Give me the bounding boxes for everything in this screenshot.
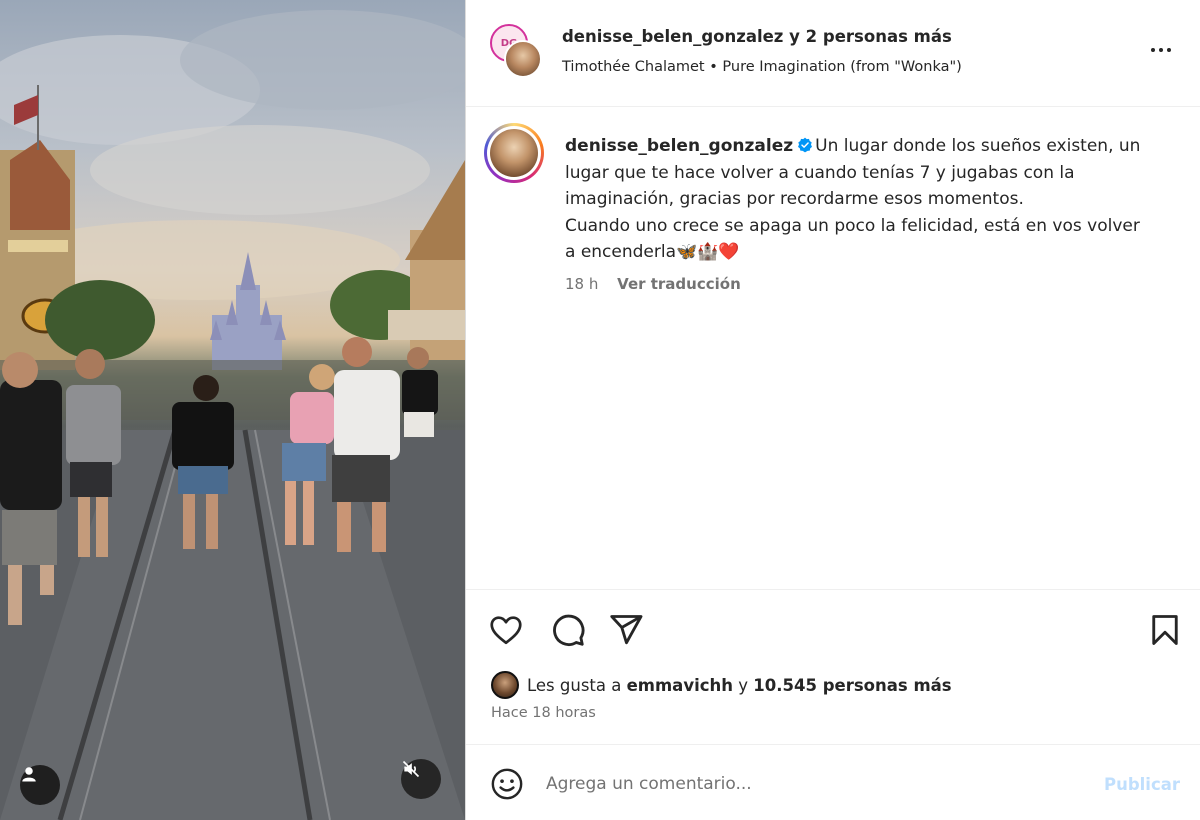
- send-icon: [610, 615, 643, 645]
- header-username[interactable]: denisse_belen_gonzalez: [562, 27, 783, 46]
- action-bar: [466, 590, 1200, 670]
- audio-song[interactable]: Pure Imagination (from "Wonka"): [722, 59, 961, 75]
- post-header: DG denisse_belen_gonzalez y 2 personas m…: [466, 0, 1200, 106]
- more-horizontal-icon: [1151, 48, 1155, 52]
- share-button[interactable]: [608, 612, 644, 648]
- audio-separator: •: [709, 59, 718, 75]
- mute-button[interactable]: [401, 759, 441, 799]
- author-avatar[interactable]: [484, 123, 544, 183]
- audio-info[interactable]: Timothée Chalamet • Pure Imagination (fr…: [562, 59, 962, 75]
- comment-icon: [553, 614, 585, 646]
- like-button[interactable]: [488, 612, 524, 648]
- caption-time[interactable]: 18 h: [565, 275, 598, 293]
- likes-connector: y: [738, 675, 749, 695]
- publish-button[interactable]: Publicar: [1104, 775, 1180, 794]
- video-frame: [0, 10, 465, 820]
- caption-section: denisse_belen_gonzalez Un lugar donde lo…: [466, 107, 1200, 589]
- save-button[interactable]: [1147, 612, 1183, 648]
- verified-badge-icon: [798, 137, 813, 153]
- heart-icon: [490, 616, 522, 645]
- collab-avatar-2: [504, 40, 542, 78]
- post-video[interactable]: [0, 0, 465, 820]
- liker-avatar[interactable]: [491, 671, 519, 699]
- post-authors[interactable]: denisse_belen_gonzalez y 2 personas más: [562, 27, 952, 46]
- collab-suffix[interactable]: y 2 personas más: [789, 27, 952, 46]
- comment-input[interactable]: [546, 765, 1066, 803]
- caption-username[interactable]: denisse_belen_gonzalez: [565, 136, 793, 156]
- collab-avatars[interactable]: DG: [490, 24, 546, 80]
- likes-prefix: Les gusta a: [527, 675, 622, 695]
- caption-meta: 18 h Ver traducción: [565, 275, 741, 293]
- speaker-muted-icon: [402, 760, 420, 778]
- more-options-button[interactable]: [1146, 38, 1176, 62]
- likes-count[interactable]: 10.545 personas más: [753, 676, 951, 695]
- audio-artist[interactable]: Timothée Chalamet: [562, 59, 705, 75]
- post-timestamp[interactable]: Hace 18 horas: [491, 705, 596, 721]
- likes-summary: Les gusta a emmavichh y 10.545 personas …: [491, 671, 952, 699]
- liker-username[interactable]: emmavichh: [627, 676, 733, 695]
- caption-text: denisse_belen_gonzalez Un lugar donde lo…: [565, 133, 1155, 266]
- user-icon: [22, 767, 36, 782]
- emoji-button[interactable]: [490, 767, 524, 801]
- comment-button[interactable]: [550, 612, 586, 648]
- emoji-icon: [491, 768, 523, 800]
- caption-body-2: Cuando uno crece se apaga un poco la fel…: [565, 215, 1140, 263]
- likes-text: Les gusta a emmavichh y 10.545 personas …: [527, 676, 952, 695]
- comment-bar: Publicar: [466, 745, 1200, 820]
- translate-link[interactable]: Ver traducción: [617, 275, 741, 293]
- tagged-users-button[interactable]: [20, 765, 60, 805]
- bookmark-icon: [1152, 615, 1178, 645]
